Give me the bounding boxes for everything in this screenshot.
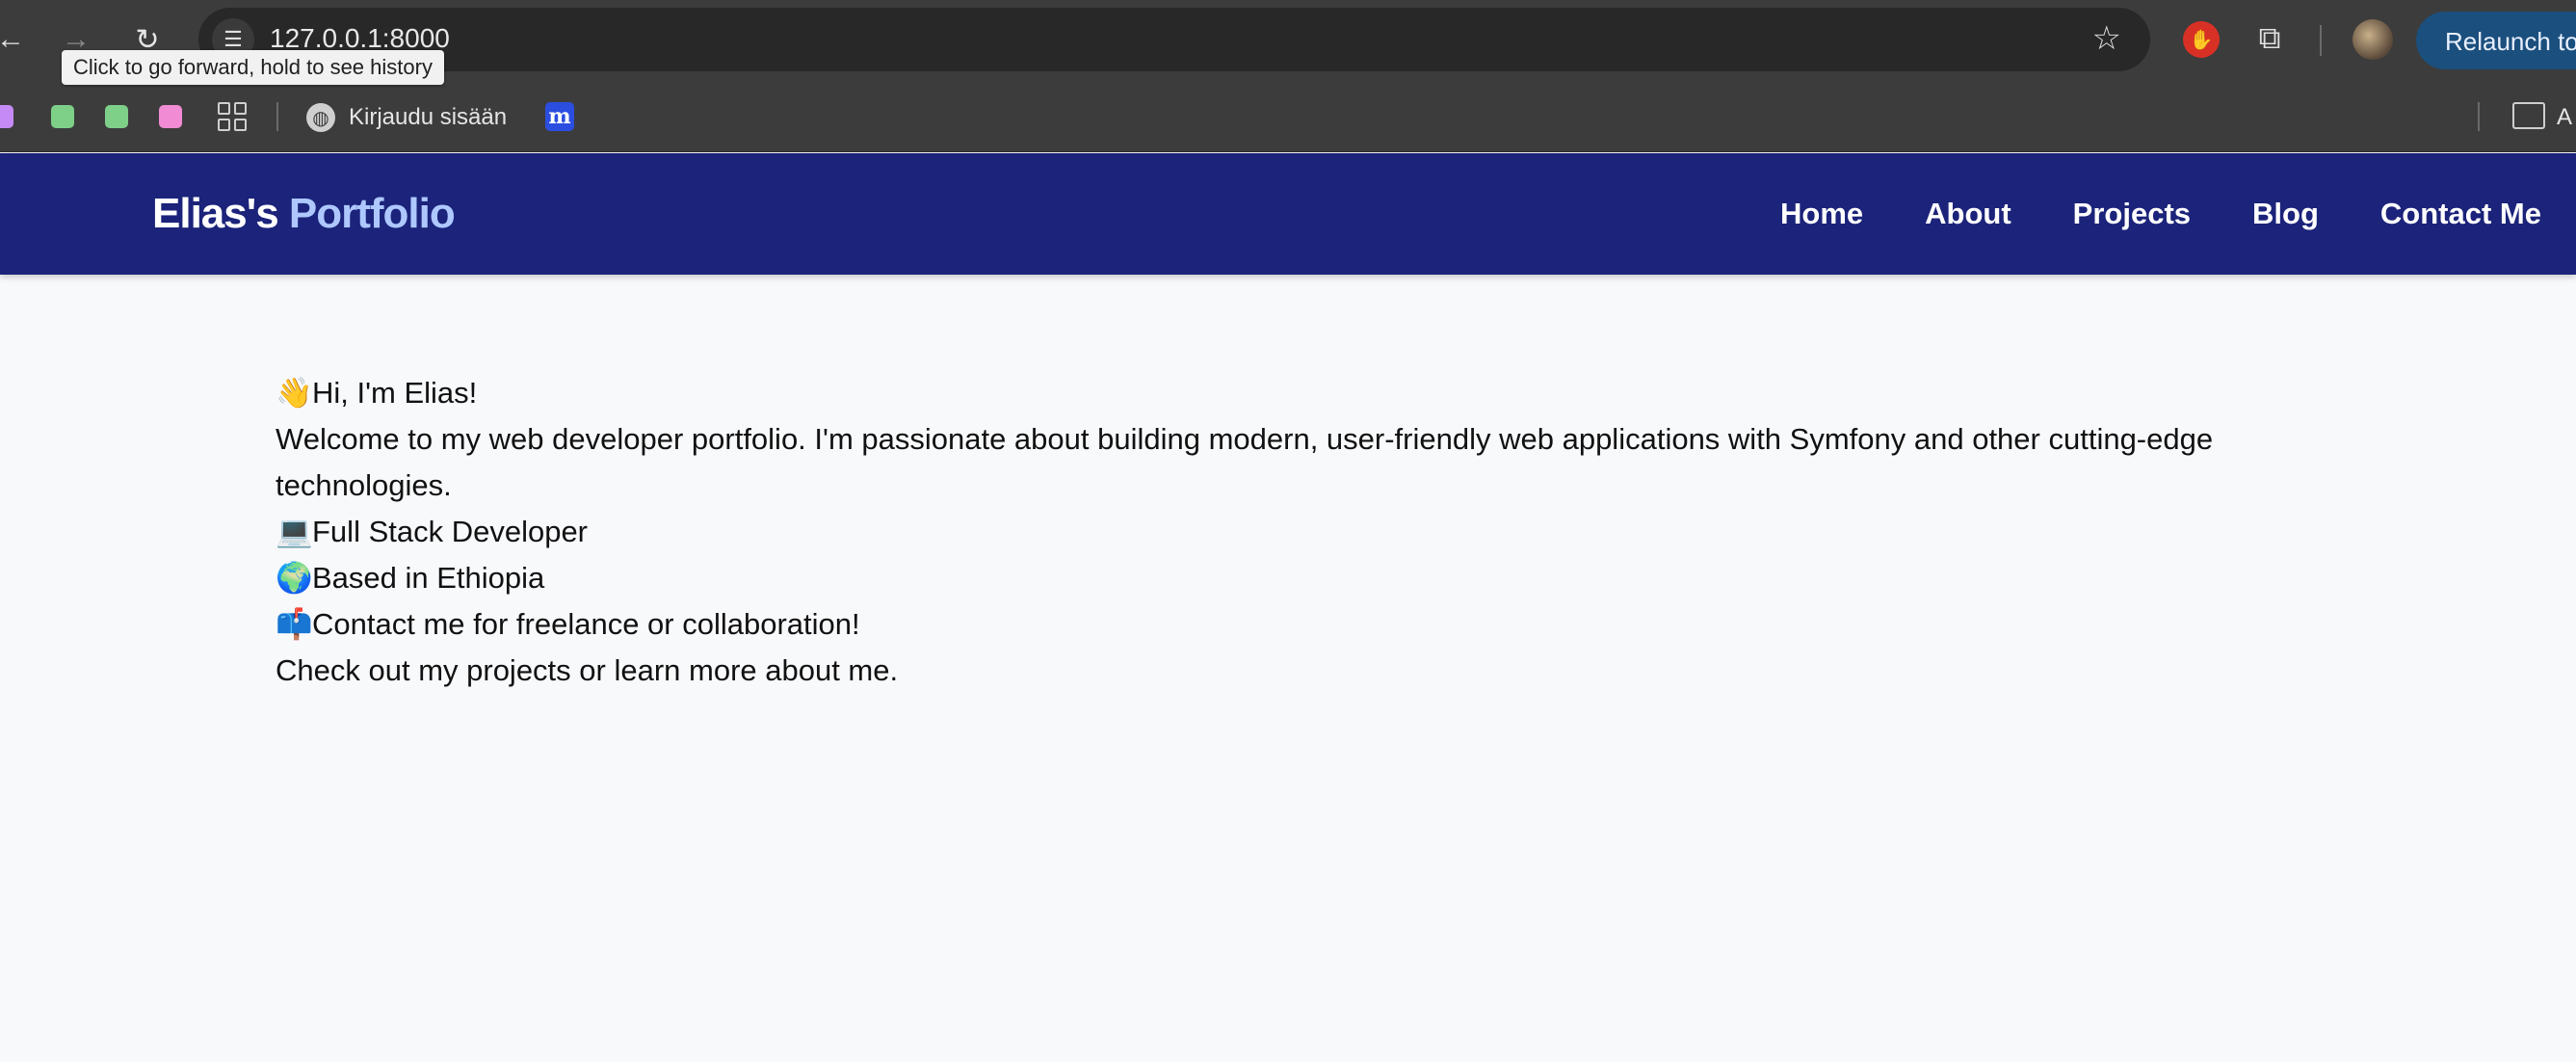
brand-logo[interactable]: Elias's Portfolio — [152, 190, 456, 238]
nav-about[interactable]: About — [1925, 197, 2011, 231]
greeting-text: Hi, I'm Elias! — [312, 376, 478, 410]
contact-text: Contact me for freelance or collaboratio… — [312, 607, 860, 641]
extension-hand-icon[interactable]: ✋ — [2183, 21, 2220, 58]
bookmark-folder-label[interactable]: A — [2557, 104, 2572, 131]
closing-text: Check out my projects or learn more abou… — [276, 653, 899, 687]
back-button[interactable]: ← — [0, 17, 33, 62]
globe-icon[interactable]: ◍ — [306, 103, 335, 132]
mailbox-icon: 📫 — [276, 607, 313, 642]
brand-accent: Portfolio — [288, 190, 456, 237]
extensions-puzzle-icon[interactable]: ⧉ — [2248, 17, 2291, 60]
role-text: Full Stack Developer — [312, 515, 589, 548]
bookmarks-divider — [276, 102, 278, 131]
laptop-icon: 💻 — [276, 515, 313, 549]
address-bar[interactable]: ☰ 127.0.0.1:8000 ☆ — [198, 8, 2150, 71]
bookmark-login[interactable]: Kirjaudu sisään — [349, 104, 507, 131]
contact-line: 📫Contact me for freelance or collaborati… — [276, 601, 2395, 648]
profile-avatar[interactable] — [2353, 19, 2393, 60]
bookmark-m-icon[interactable]: m — [545, 102, 574, 131]
nav-projects[interactable]: Projects — [2073, 197, 2191, 231]
apps-grid-icon[interactable] — [218, 102, 247, 131]
bookmark-purple-icon[interactable] — [0, 105, 13, 128]
bookmark-star-icon[interactable]: ☆ — [2092, 19, 2121, 58]
bookmarks-divider — [2478, 102, 2480, 131]
hero-content: 👋Hi, I'm Elias! Welcome to my web develo… — [276, 370, 2395, 694]
role-line: 💻Full Stack Developer — [276, 509, 2395, 555]
relaunch-button[interactable]: Relaunch to — [2416, 12, 2576, 69]
folder-icon[interactable] — [2512, 102, 2545, 129]
nav-blog[interactable]: Blog — [2252, 197, 2319, 231]
back-arrow-icon: ← — [0, 23, 25, 55]
nav-contact[interactable]: Contact Me — [2380, 197, 2541, 231]
nav-home[interactable]: Home — [1780, 197, 1863, 231]
main-nav: Home About Projects Blog Contact Me — [1780, 197, 2576, 231]
location-text: Based in Ethiopia — [312, 561, 545, 595]
bookmarks-bar: ◍ Kirjaudu sisään m A — [0, 79, 2576, 152]
toolbar-divider — [2320, 25, 2322, 56]
bookmark-pink-icon[interactable] — [159, 105, 182, 128]
forward-tooltip: Click to go forward, hold to see history — [62, 50, 444, 85]
location-line: 🌍Based in Ethiopia — [276, 555, 2395, 601]
wave-icon: 👋 — [276, 376, 313, 411]
tune-icon: ☰ — [223, 27, 243, 51]
intro-text: Welcome to my web developer portfolio. I… — [276, 422, 2214, 502]
bookmark-green-icon[interactable] — [105, 105, 128, 128]
bookmark-green-icon[interactable] — [51, 105, 74, 128]
brand-name: Elias's — [152, 190, 279, 237]
greeting-line: 👋Hi, I'm Elias! — [276, 370, 2395, 416]
site-header: Elias's Portfolio Home About Projects Bl… — [0, 153, 2576, 275]
globe-icon: 🌍 — [276, 561, 313, 596]
